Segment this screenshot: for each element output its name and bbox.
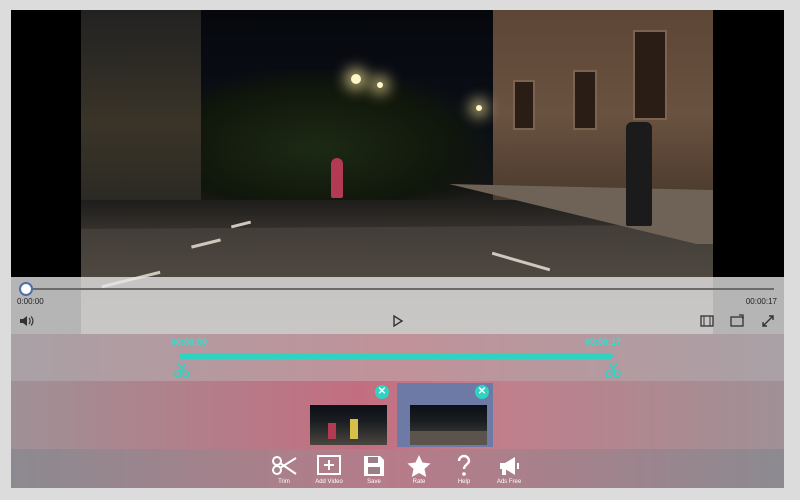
person-cyclist — [331, 158, 343, 198]
trim-end-time: 00:00:17 — [585, 337, 622, 347]
clip-thumbnail-2[interactable]: ✕ — [397, 383, 493, 447]
video-preview[interactable]: 0:00:00 00:00:17 — [11, 10, 784, 334]
help-icon — [457, 454, 471, 476]
trim-range-bar[interactable] — [179, 353, 613, 359]
save-icon — [364, 456, 384, 476]
bottom-toolbar: Trim Add Video Save Rate Help Ads Free — [11, 449, 784, 488]
rate-button[interactable]: Rate — [399, 454, 439, 488]
cast-icon[interactable] — [729, 313, 745, 329]
rate-label: Rate — [412, 479, 426, 485]
remove-clip-close-icon[interactable]: ✕ — [375, 385, 389, 399]
current-time: 0:00:00 — [17, 297, 44, 306]
street-lamp — [476, 105, 482, 111]
seek-bar[interactable] — [26, 288, 774, 290]
add-video-button[interactable]: Add Video — [309, 454, 349, 488]
fullscreen-icon[interactable] — [760, 313, 776, 329]
megaphone-icon — [500, 457, 519, 475]
trim-panel: 00:00:00 00:00:17 — [11, 334, 784, 381]
street-lamp — [377, 82, 383, 88]
star-icon — [407, 455, 431, 477]
trim-label: Trim — [278, 479, 290, 485]
trees — [201, 70, 491, 200]
trim-end-handle-scissors-icon[interactable] — [604, 361, 622, 379]
aspect-ratio-icon[interactable] — [699, 313, 715, 329]
ads-free-label: Ads Free — [496, 479, 522, 485]
player-controls: 0:00:00 00:00:17 — [11, 277, 784, 334]
clip-preview-image — [310, 405, 387, 445]
seek-handle[interactable] — [19, 282, 33, 296]
trim-start-time: 00:00:00 — [171, 337, 208, 347]
street-lamp — [351, 74, 361, 84]
trim-start-handle-scissors-icon[interactable] — [173, 361, 191, 379]
clip-strip: ✕ ✕ — [11, 381, 784, 449]
scissors-icon — [272, 456, 297, 475]
remove-clip-close-icon[interactable]: ✕ — [475, 385, 489, 399]
help-label: Help — [457, 479, 471, 485]
trim-button[interactable]: Trim — [264, 454, 304, 488]
clip-preview-image — [410, 405, 487, 445]
save-button[interactable]: Save — [354, 454, 394, 488]
building-right — [493, 10, 713, 200]
lane-marking — [230, 220, 252, 229]
help-button[interactable]: Help — [444, 454, 484, 488]
total-time: 00:00:17 — [745, 297, 777, 306]
video-editor-app: 0:00:00 00:00:17 00:00:00 00:00:17 ✕ ✕ T… — [11, 10, 784, 488]
building-left — [81, 10, 201, 200]
add-video-icon — [317, 455, 341, 475]
clip-thumbnail-1[interactable]: ✕ — [297, 383, 393, 447]
ads-free-button[interactable]: Ads Free — [489, 454, 529, 488]
add-video-label: Add Video — [315, 479, 343, 485]
play-icon[interactable] — [389, 313, 405, 329]
volume-icon[interactable] — [18, 313, 34, 329]
person-standing — [626, 122, 652, 226]
save-label: Save — [367, 479, 381, 485]
